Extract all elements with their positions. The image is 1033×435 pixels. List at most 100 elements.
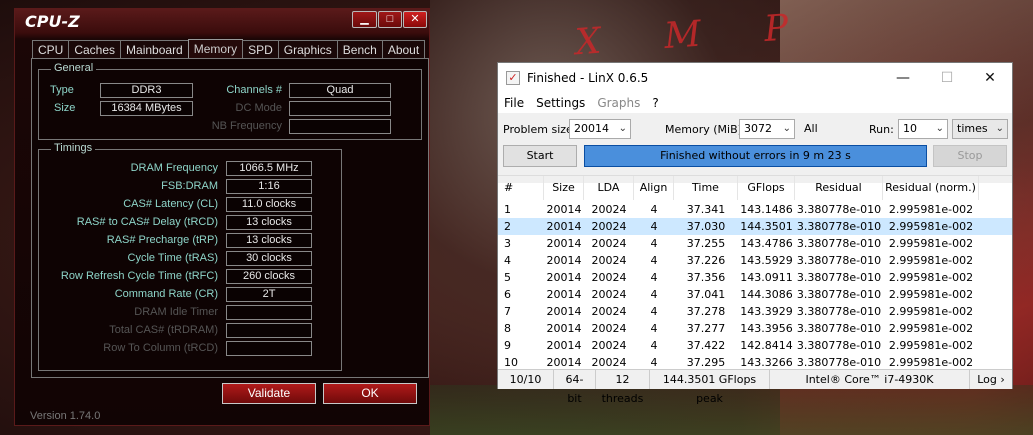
menu-graphs[interactable]: Graphs xyxy=(591,93,646,113)
table-cell: 20014 xyxy=(546,339,582,352)
table-cell: 144.3086 xyxy=(740,288,793,301)
ok-button[interactable]: OK xyxy=(323,383,417,404)
start-button[interactable]: Start xyxy=(503,145,577,167)
table-row[interactable]: 8 20014 20024 4 37.277 143.3956 3.380778e-010 2… xyxy=(498,320,1012,337)
table-cell: 20024 xyxy=(591,203,627,216)
stop-button[interactable]: Stop xyxy=(933,145,1007,167)
column-header[interactable]: LDA xyxy=(584,176,634,200)
timings-group: Timings DRAM Frequency 1066.5 MHz FSB:DRAM… xyxy=(38,142,342,371)
column-header[interactable]: Residual (norm.) xyxy=(883,176,979,200)
timing-label: Total CAS# (tRDRAM) xyxy=(109,324,218,336)
table-cell: 4 xyxy=(650,220,658,233)
table-header: # Size LDA Align Time GFlops Residual Residual … xyxy=(498,176,1012,200)
table-cell: 4 xyxy=(650,271,658,284)
timing-label: Row To Column (tRCD) xyxy=(103,342,218,354)
table-cell: 8 xyxy=(504,322,511,335)
tab-graphics[interactable]: Graphics xyxy=(277,40,338,59)
table-cell: 4 xyxy=(650,322,658,335)
linx-maximize-button[interactable]: ☐ xyxy=(925,67,969,89)
tab-caches[interactable]: Caches xyxy=(68,40,122,59)
table-cell: 3.380778e-010 xyxy=(796,203,882,216)
table-cell: 3.380778e-010 xyxy=(796,322,882,335)
table-cell: 4 xyxy=(650,237,658,250)
memory-combo[interactable]: 3072 ⌄ xyxy=(739,119,795,139)
log-button[interactable]: Log › xyxy=(970,370,1012,389)
table-cell: 1 xyxy=(504,203,511,216)
run-count-combo[interactable]: 10 ⌄ xyxy=(898,119,948,139)
validate-button[interactable]: Validate xyxy=(222,383,316,404)
timing-label: DRAM Idle Timer xyxy=(134,306,218,318)
table-cell: 20014 xyxy=(546,237,582,250)
cpuz-title: CPU-Z xyxy=(25,12,80,31)
table-cell: 3.380778e-010 xyxy=(796,220,882,233)
cpuz-close-button[interactable]: ✕ xyxy=(403,11,427,28)
table-cell: 37.030 xyxy=(686,220,726,233)
table-cell: 4 xyxy=(650,254,658,267)
cpuz-minimize-button[interactable]: ▁ xyxy=(352,11,377,28)
table-cell: 20024 xyxy=(591,237,627,250)
table-cell: 37.041 xyxy=(686,288,726,301)
problem-size-value: 20014 xyxy=(574,122,609,135)
menu-help[interactable]: ? xyxy=(646,93,664,113)
table-row[interactable]: 3 20014 20024 4 37.255 143.4786 3.380778e-010 2… xyxy=(498,235,1012,252)
table-cell: 9 xyxy=(504,339,511,352)
timing-value xyxy=(226,323,312,338)
general-group-title: General xyxy=(51,62,97,74)
table-cell: 20014 xyxy=(546,271,582,284)
column-header[interactable]: # xyxy=(498,176,544,200)
tab-cpu[interactable]: CPU xyxy=(32,40,70,59)
column-header[interactable]: GFlops xyxy=(738,176,795,200)
tab-memory[interactable]: Memory xyxy=(187,39,244,59)
run-unit-value: times xyxy=(957,122,988,135)
progress-bar: Finished without errors in 9 m 23 s xyxy=(584,145,927,167)
timing-value: 1066.5 MHz xyxy=(226,161,312,176)
problem-size-combo[interactable]: 20014 ⌄ xyxy=(569,119,631,139)
timing-label: DRAM Frequency xyxy=(130,162,218,174)
channels-value: Quad xyxy=(289,83,391,98)
tab-bench[interactable]: Bench xyxy=(336,40,383,59)
linx-minimize-button[interactable]: — xyxy=(881,67,925,89)
table-cell: 2.995981e-002 xyxy=(888,305,974,318)
chevron-down-icon: ⌄ xyxy=(618,123,627,134)
run-unit-combo[interactable]: times ⌄ xyxy=(952,119,1008,139)
column-header[interactable]: Align xyxy=(634,176,674,200)
memory-all-button[interactable]: All xyxy=(804,122,818,135)
table-cell: 4 xyxy=(650,339,658,352)
table-row[interactable]: 6 20014 20024 4 37.041 144.3086 3.380778e-010 2… xyxy=(498,286,1012,303)
linx-close-button[interactable]: ✕ xyxy=(968,67,1012,89)
timing-label: Command Rate (CR) xyxy=(114,288,218,300)
cpuz-version: Version 1.74.0 xyxy=(30,410,101,422)
table-cell: 143.4786 xyxy=(740,237,793,250)
table-cell: 20014 xyxy=(546,203,582,216)
menu-settings[interactable]: Settings xyxy=(530,93,591,113)
linx-titlebar: ✓ Finished - LinX 0.6.5 — ☐ ✕ xyxy=(498,63,1012,93)
column-header[interactable]: Residual xyxy=(795,176,883,200)
timing-value: 11.0 clocks xyxy=(226,197,312,212)
table-row[interactable]: 7 20014 20024 4 37.278 143.3929 3.380778e-010 2… xyxy=(498,303,1012,320)
table-row[interactable]: 2 20014 20024 4 37.030 144.3501 3.380778e-010 2… xyxy=(498,218,1012,235)
progress-text: Finished without errors in 9 m 23 s xyxy=(660,149,851,162)
dc-mode-label: DC Mode xyxy=(235,102,282,114)
table-row[interactable]: 4 20014 20024 4 37.226 143.5929 3.380778e-010 2… xyxy=(498,252,1012,269)
table-cell: 20024 xyxy=(591,254,627,267)
status-bits: 64-bit xyxy=(554,370,596,405)
tab-about[interactable]: About xyxy=(381,40,426,59)
problem-size-label: Problem size: xyxy=(503,123,577,136)
column-header[interactable]: Size xyxy=(544,176,584,200)
timing-value xyxy=(226,305,312,320)
menu-file[interactable]: File xyxy=(498,93,530,113)
table-row[interactable]: 1 20014 20024 4 37.341 143.1486 3.380778e-010 2… xyxy=(498,201,1012,218)
table-row[interactable]: 5 20014 20024 4 37.356 143.0911 3.380778e-010 2… xyxy=(498,269,1012,286)
column-header[interactable]: Time xyxy=(674,176,738,200)
tab-spd[interactable]: SPD xyxy=(242,40,279,59)
table-cell: 4 xyxy=(650,305,658,318)
tab-mainboard[interactable]: Mainboard xyxy=(120,40,189,59)
cpuz-maximize-button[interactable]: □ xyxy=(378,11,402,28)
table-cell: 37.255 xyxy=(686,237,726,250)
table-cell: 37.341 xyxy=(686,203,726,216)
table-cell: 20014 xyxy=(546,322,582,335)
table-row[interactable]: 9 20014 20024 4 37.422 142.8414 3.380778e-010 2… xyxy=(498,337,1012,354)
linx-toolbar: Problem size: 20014 ⌄ Memory (MiB): 3072… xyxy=(498,113,1012,183)
linx-menubar: File Settings Graphs ? xyxy=(498,93,1012,113)
table-cell: 2.995981e-002 xyxy=(888,322,974,335)
